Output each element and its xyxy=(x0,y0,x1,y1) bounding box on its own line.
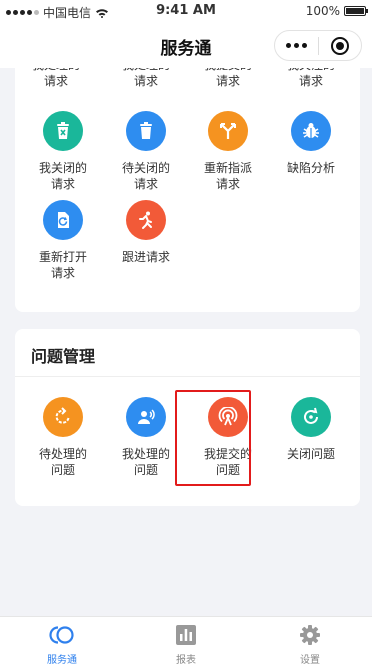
running-person-icon xyxy=(126,200,166,240)
gear-icon xyxy=(248,624,372,646)
grid-item-cut-3[interactable]: 我提交的 请求 xyxy=(187,68,269,89)
more-icon[interactable] xyxy=(275,43,318,48)
selection-highlight-box xyxy=(175,390,251,486)
section-title: 问题管理 xyxy=(15,329,360,377)
bug-icon xyxy=(291,111,331,151)
trash-x-icon xyxy=(43,111,83,151)
grid-item-reopen-requests[interactable]: 重新打开 请求 xyxy=(22,200,104,281)
refresh-check-icon xyxy=(291,397,331,437)
rotate-icon xyxy=(43,397,83,437)
grid-item-pending-close-requests[interactable]: 待关闭的 请求 xyxy=(105,111,187,192)
tab-bar: 服务通 报表 设置 xyxy=(0,616,372,669)
reopen-document-icon xyxy=(43,200,83,240)
close-mini-program-icon[interactable] xyxy=(319,36,361,55)
grid-item-close-problems[interactable]: 关闭问题 xyxy=(270,397,352,462)
request-card: 我处理的 请求 我处理的 请求 我提交的 请求 我关注的 请求 我关闭的 请求 … xyxy=(15,68,360,312)
grid-item-cut-4[interactable]: 我关注的 请求 xyxy=(270,68,352,89)
grid-item-reassign-requests[interactable]: 重新指派 请求 xyxy=(187,111,269,192)
tab-settings[interactable]: 设置 xyxy=(248,617,372,669)
status-bar: 中国电信 9:41 AM 100% xyxy=(0,0,372,22)
tab-report[interactable]: 报表 xyxy=(124,617,248,669)
grid-item-cut-1[interactable]: 我处理的 请求 xyxy=(15,68,97,89)
tab-service[interactable]: 服务通 xyxy=(0,617,124,669)
mini-program-capsule xyxy=(274,30,362,61)
grid-item-defect-analysis[interactable]: 缺陷分析 xyxy=(270,111,352,176)
user-voice-icon xyxy=(126,397,166,437)
grid-item-pending-problems[interactable]: 待处理的 问题 xyxy=(22,397,104,478)
service-icon xyxy=(0,624,124,646)
reassign-icon xyxy=(208,111,248,151)
battery-percent: 100% xyxy=(305,4,340,18)
main-content[interactable]: 我处理的 请求 我处理的 请求 我提交的 请求 我关注的 请求 我关闭的 请求 … xyxy=(0,68,372,616)
battery-icon xyxy=(344,6,368,16)
grid-item-follow-up-requests[interactable]: 跟进请求 xyxy=(105,200,187,265)
grid-item-my-closed-requests[interactable]: 我关闭的 请求 xyxy=(22,111,104,192)
trash-icon xyxy=(126,111,166,151)
chart-icon xyxy=(124,624,248,646)
grid-item-cut-2[interactable]: 我处理的 请求 xyxy=(105,68,187,89)
nav-bar: 服务通 xyxy=(0,22,372,68)
